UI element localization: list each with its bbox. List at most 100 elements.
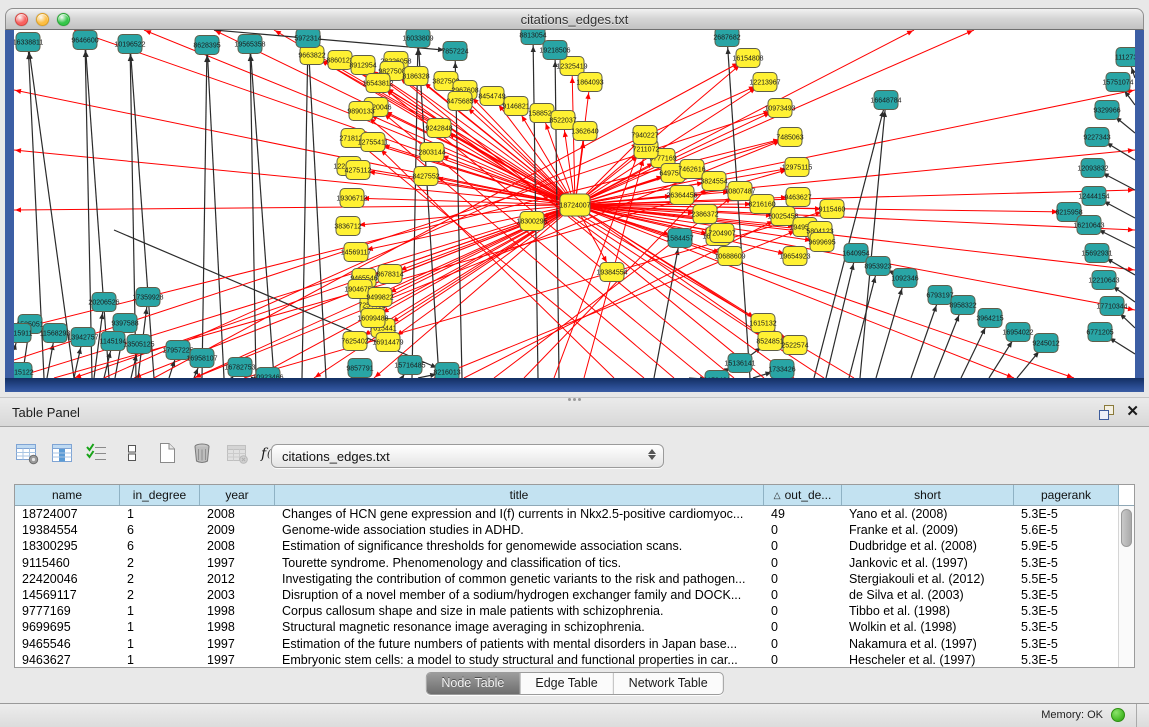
table-cell[interactable]: 6: [120, 539, 200, 553]
network-node[interactable]: 8912954: [349, 56, 376, 75]
network-node[interactable]: 2522574: [781, 336, 808, 355]
table-cell[interactable]: 5.3E-5: [1014, 604, 1119, 618]
close-panel-icon[interactable]: ✕: [1126, 404, 1139, 420]
network-node[interactable]: 9245012: [1032, 334, 1059, 353]
network-node[interactable]: 12093832: [1077, 159, 1108, 178]
table-row[interactable]: 1938455462009Genome-wide association stu…: [15, 522, 1119, 538]
network-node[interactable]: 18724007: [559, 194, 590, 216]
table-cell[interactable]: 22420046: [15, 572, 120, 586]
network-node[interactable]: 2386372: [691, 205, 718, 224]
window-titlebar[interactable]: citations_edges.txt: [5, 8, 1144, 30]
table-cell[interactable]: 0: [764, 588, 842, 602]
network-node[interactable]: 16033809: [402, 30, 433, 48]
table-cell[interactable]: 5.3E-5: [1014, 637, 1119, 651]
table-cell[interactable]: 6: [120, 523, 200, 537]
network-node[interactable]: 1733426: [768, 360, 795, 379]
table-cell[interactable]: 5.9E-5: [1014, 539, 1119, 553]
table-cell[interactable]: 2009: [200, 523, 275, 537]
column-header-pagerank[interactable]: pagerank: [1014, 485, 1119, 505]
network-node[interactable]: 15136141: [724, 354, 755, 373]
network-node[interactable]: 10196522: [114, 35, 145, 54]
splitter-handle-icon[interactable]: [562, 397, 588, 402]
table-cell[interactable]: 0: [764, 620, 842, 634]
table-cell[interactable]: 14569117: [15, 588, 120, 602]
network-node[interactable]: 1362640: [571, 122, 598, 141]
network-node[interactable]: 15716485: [394, 356, 425, 375]
table-cell[interactable]: 0: [764, 539, 842, 553]
network-node[interactable]: 1615132: [749, 314, 776, 333]
network-node[interactable]: 8953923: [864, 257, 891, 276]
table-cell[interactable]: 2: [120, 588, 200, 602]
row-selection-icon[interactable]: [84, 440, 110, 466]
table-cell[interactable]: 2008: [200, 539, 275, 553]
network-node[interactable]: 8628395: [193, 36, 220, 55]
network-node[interactable]: 3475685: [446, 92, 473, 111]
table-row[interactable]: 946362711997Embryonic stem cells: a mode…: [15, 652, 1119, 667]
table-cell[interactable]: 2008: [200, 507, 275, 521]
table-row[interactable]: 969969511998Structural magnetic resonanc…: [15, 619, 1119, 635]
table-cell[interactable]: Genome-wide association studies in ADHD.: [275, 523, 764, 537]
network-node[interactable]: 19654923: [779, 247, 810, 266]
table-cell[interactable]: 2003: [200, 588, 275, 602]
network-node[interactable]: 5972314: [294, 30, 321, 48]
table-cell[interactable]: 5.5E-5: [1014, 572, 1119, 586]
select-column-icon[interactable]: [49, 440, 75, 466]
network-node[interactable]: 2803144: [418, 143, 445, 162]
network-node[interactable]: 8427552: [412, 167, 439, 186]
table-cell[interactable]: 5.3E-5: [1014, 556, 1119, 570]
network-node[interactable]: 18300295: [516, 212, 547, 231]
table-cell[interactable]: Tibbo et al. (1998): [842, 604, 1014, 618]
network-node[interactable]: 19306712: [336, 189, 367, 208]
network-node[interactable]: 7857224: [441, 42, 468, 61]
network-node[interactable]: 7204907: [708, 224, 735, 243]
column-header-short[interactable]: short: [842, 485, 1014, 505]
network-node[interactable]: 7815122: [14, 363, 34, 379]
tab-network-table[interactable]: Network Table: [614, 673, 723, 694]
network-node[interactable]: 26364456: [666, 186, 697, 205]
network-node[interactable]: 8813054: [519, 30, 546, 45]
column-header-year[interactable]: year: [200, 485, 275, 505]
network-node[interactable]: 9499822: [366, 288, 393, 307]
table-cell[interactable]: 49: [764, 507, 842, 521]
table-cell[interactable]: 5.3E-5: [1014, 507, 1119, 521]
network-node[interactable]: 19218506: [539, 41, 570, 60]
table-cell[interactable]: 0: [764, 572, 842, 586]
delete-table-icon[interactable]: [189, 440, 215, 466]
network-node[interactable]: 1092346: [891, 269, 918, 288]
column-header-out_de[interactable]: △out_de...: [764, 485, 842, 505]
network-node[interactable]: 17710344: [1096, 297, 1127, 316]
network-node[interactable]: 12975115: [782, 158, 813, 177]
table-cell[interactable]: 1: [120, 604, 200, 618]
column-icon[interactable]: [119, 440, 145, 466]
table-source-selector[interactable]: citations_edges.txt: [271, 444, 664, 468]
network-node[interactable]: 12213967: [749, 73, 780, 92]
table-cell[interactable]: Yano et al. (2008): [842, 507, 1014, 521]
table-cell[interactable]: 1997: [200, 637, 275, 651]
table-cell[interactable]: 1998: [200, 604, 275, 618]
network-node[interactable]: 10688609: [714, 247, 745, 266]
table-cell[interactable]: 9465546: [15, 637, 120, 651]
network-node[interactable]: 15692931: [1081, 244, 1112, 263]
table-cell[interactable]: 0: [764, 637, 842, 651]
network-node[interactable]: 1112734: [1115, 48, 1135, 67]
table-cell[interactable]: 1998: [200, 620, 275, 634]
table-row[interactable]: 946554611997Estimation of the future num…: [15, 636, 1119, 652]
network-node[interactable]: 4275112: [345, 161, 372, 180]
table-row[interactable]: 1456911722003Disruption of a novel membe…: [15, 587, 1119, 603]
scrollbar-thumb[interactable]: [1121, 509, 1132, 547]
memory-ok-icon[interactable]: [1111, 708, 1125, 722]
table-cell[interactable]: 0: [764, 604, 842, 618]
network-node[interactable]: 16338811: [14, 33, 43, 52]
table-cell[interactable]: Changes of HCN gene expression and I(f) …: [275, 507, 764, 521]
tab-node-table[interactable]: Node Table: [426, 673, 520, 694]
column-header-in_degree[interactable]: in_degree: [120, 485, 200, 505]
network-node[interactable]: 13505125: [123, 335, 154, 354]
table-cell[interactable]: Dudbridge et al. (2008): [842, 539, 1014, 553]
network-node[interactable]: 9329966: [1093, 101, 1120, 120]
network-node[interactable]: 16648784: [870, 91, 901, 110]
network-node[interactable]: 1640954: [842, 244, 869, 263]
network-node[interactable]: 6771205: [1086, 323, 1113, 342]
network-node[interactable]: 9397588: [111, 314, 138, 333]
network-node[interactable]: 16154808: [732, 49, 763, 68]
network-node[interactable]: 14569117: [341, 243, 372, 262]
